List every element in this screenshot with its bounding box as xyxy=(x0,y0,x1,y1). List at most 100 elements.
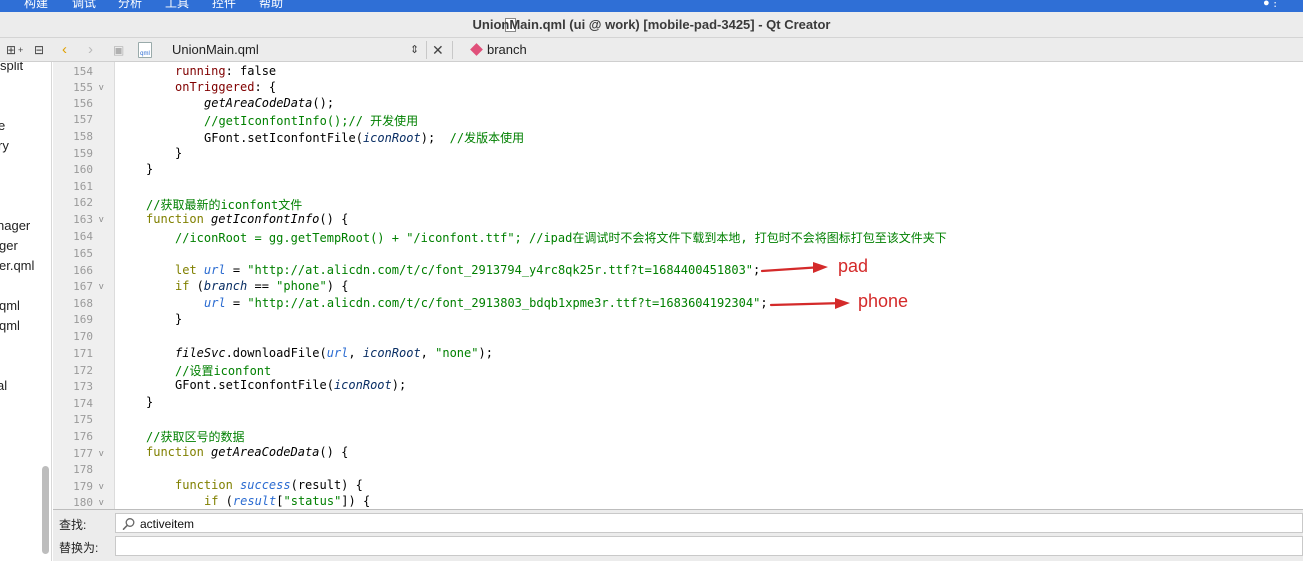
code-token: getAreaCodeData xyxy=(204,96,313,110)
replace-label: 替换为: xyxy=(59,541,99,555)
code-token: result xyxy=(232,494,277,508)
fold-chevron-icon[interactable]: v xyxy=(99,82,104,92)
code-token: == xyxy=(247,279,277,293)
code-token: getAreaCodeData xyxy=(211,445,320,459)
menu-widgets[interactable]: 控件 xyxy=(212,0,236,11)
sidebar-item[interactable]: split xyxy=(0,62,23,73)
code-keyword: if xyxy=(175,279,190,293)
code-token: onTriggered xyxy=(175,80,255,94)
sidebar-item[interactable]: l xyxy=(0,278,1,293)
line-number: 175 xyxy=(73,413,93,426)
code-token: iconRoot xyxy=(362,131,421,145)
code-keyword: if xyxy=(204,494,219,508)
code-token: iconRoot xyxy=(333,378,392,392)
branch-label[interactable]: branch xyxy=(487,41,527,59)
line-number: 162 xyxy=(73,196,93,209)
line-number: 167 xyxy=(73,280,93,293)
code-line: } xyxy=(175,312,182,326)
sidebar-item[interactable]: er.qml xyxy=(0,258,34,273)
sidebar-item[interactable]: qml xyxy=(0,318,20,333)
code-line: running: false xyxy=(175,64,276,78)
code-line: getAreaCodeData(); xyxy=(204,96,334,110)
menu-tools[interactable]: 工具 xyxy=(165,0,189,11)
code-line: fileSvc.downloadFile(url, iconRoot, "non… xyxy=(175,346,493,360)
phone-annotation-label: phone xyxy=(858,291,909,311)
code-token: ( xyxy=(189,279,204,293)
line-number: 158 xyxy=(73,130,93,143)
line-number: 169 xyxy=(73,313,93,326)
file-chooser-arrows-icon[interactable]: ⇕ xyxy=(410,41,419,59)
sidebar-item[interactable]: nager xyxy=(0,218,30,233)
close-file-icon[interactable]: ✕ xyxy=(432,41,444,59)
menu-help[interactable]: 帮助 xyxy=(259,0,283,11)
fold-chevron-icon[interactable]: v xyxy=(99,281,104,291)
code-token: iconRoot xyxy=(362,346,421,360)
sidebar-item[interactable]: e xyxy=(0,118,5,133)
code-token: ]) { xyxy=(341,494,371,508)
code-token: , xyxy=(348,346,363,360)
line-number: 163 xyxy=(73,213,93,226)
code-token: : { xyxy=(254,80,277,94)
menu-analyze[interactable]: 分析 xyxy=(118,0,142,11)
sidebar-item[interactable]: al xyxy=(0,378,7,393)
line-number: 178 xyxy=(73,463,93,476)
code-token: running xyxy=(175,64,226,78)
code-comment: //发版本使用 xyxy=(449,131,525,145)
code-line: GFont.setIconfontFile(iconRoot); //发版本使用 xyxy=(204,129,524,146)
menu-bar: 构建 调试 分析 工具 控件 帮助 ●⋮ xyxy=(0,0,1303,12)
fold-chevron-icon[interactable]: v xyxy=(99,214,104,224)
code-comment: //getIconfontInfo();// 开发使用 xyxy=(204,114,419,128)
code-line: GFont.setIconfontFile(iconRoot); xyxy=(175,378,406,392)
code-token: ); xyxy=(478,346,493,360)
code-token: } xyxy=(175,146,183,160)
file-name[interactable]: UnionMain.qml xyxy=(172,41,259,59)
fold-chevron-icon[interactable]: v xyxy=(99,497,104,507)
line-number: 157 xyxy=(73,113,93,126)
menu-build[interactable]: 构建 xyxy=(24,0,48,11)
sidebar-item[interactable]: ger xyxy=(0,238,18,253)
line-number: 155 xyxy=(73,81,93,94)
search-icon[interactable] xyxy=(122,517,136,531)
fold-chevron-icon[interactable]: v xyxy=(99,481,104,491)
code-line: if (result["status"]) { xyxy=(204,494,370,508)
line-number: 161 xyxy=(73,180,93,193)
code-line: function getIconfontInfo() { xyxy=(146,212,348,226)
code-token: } xyxy=(175,312,183,326)
sidebar-item[interactable]: qml xyxy=(0,298,20,313)
fold-chevron-icon[interactable]: v xyxy=(99,448,104,458)
menu-debug[interactable]: 调试 xyxy=(72,0,96,11)
window-title: UnionMain.qml (ui @ work) [mobile-pad-34… xyxy=(472,17,831,32)
find-input-value: activeitem xyxy=(140,517,195,531)
line-number: 168 xyxy=(73,297,93,310)
line-number: 176 xyxy=(73,430,93,443)
code-token: GFont.setIconfontFile( xyxy=(204,131,363,145)
line-number: 172 xyxy=(73,364,93,377)
line-number: 171 xyxy=(73,347,93,360)
forward-arrow-icon[interactable]: › xyxy=(88,41,93,59)
replace-input[interactable] xyxy=(115,536,1303,556)
split-icon[interactable]: ⊞ xyxy=(6,41,16,59)
sidebar-item[interactable]: l xyxy=(0,338,1,353)
sidebar-scrollbar[interactable] xyxy=(42,466,49,554)
code-token: .downloadFile( xyxy=(225,346,327,360)
find-input[interactable]: activeitem xyxy=(115,513,1303,533)
code-string: "http://at.alicdn.com/t/c/font_2913794_y… xyxy=(247,263,754,277)
code-line: } xyxy=(146,395,153,409)
sidebar-item[interactable]: ry xyxy=(0,138,9,153)
branch-icon xyxy=(470,43,483,56)
back-arrow-icon[interactable]: ‹ xyxy=(62,41,67,59)
code-keyword: let xyxy=(175,263,197,277)
code-token: fileSvc xyxy=(175,346,226,360)
add-split-icon[interactable]: + xyxy=(18,41,23,59)
code-line: if (branch == "phone") { xyxy=(175,279,348,293)
close-split-icon[interactable]: ⊟ xyxy=(34,41,44,59)
code-editor[interactable]: running: false onTriggered: { getAreaCod… xyxy=(116,62,1303,509)
line-number: 170 xyxy=(73,330,93,343)
code-keyword: function xyxy=(146,445,204,459)
status-icon[interactable]: ●⋮ xyxy=(1263,0,1285,10)
code-token: } xyxy=(146,162,154,176)
code-keyword: function xyxy=(175,478,233,492)
line-number: 173 xyxy=(73,380,93,393)
code-string: "none" xyxy=(435,346,479,360)
code-comment: //获取区号的数据 xyxy=(146,430,245,444)
